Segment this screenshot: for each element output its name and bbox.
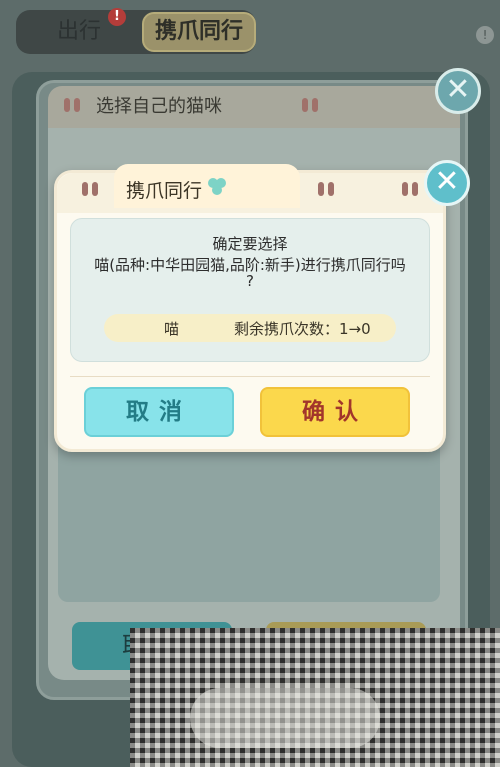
clip-icon <box>82 182 88 196</box>
cancel-button[interactable]: 取消 <box>84 387 234 437</box>
divider <box>70 376 430 377</box>
clip-icon <box>74 98 80 112</box>
cat-select-title: 选择自己的猫咪 <box>96 96 222 117</box>
clip-icon <box>64 98 70 112</box>
dialog-close-icon[interactable]: ✕ <box>424 160 470 206</box>
clip-icon <box>302 98 308 112</box>
message-line-3: ? <box>246 272 254 290</box>
info-icon[interactable]: ! <box>476 26 494 44</box>
confirm-button[interactable]: 确认 <box>260 387 410 437</box>
clip-icon <box>412 182 418 196</box>
dialog-title: 携爪同行 <box>126 180 203 202</box>
clip-icon <box>92 182 98 196</box>
tab-outing-label: 出行 <box>56 19 101 44</box>
notification-badge: ! <box>108 8 126 26</box>
clover-icon <box>208 178 226 195</box>
tab-carry-together[interactable]: 携爪同行 <box>142 12 256 52</box>
clip-icon <box>328 182 334 196</box>
remaining-count: 剩余携爪次数：1→0 <box>234 320 371 338</box>
clip-icon <box>402 182 408 196</box>
cat-name: 喵 <box>164 320 180 338</box>
clip-icon <box>318 182 324 196</box>
clip-icon <box>312 98 318 112</box>
message-line-1: 确定要选择 <box>212 235 288 253</box>
noise-overlay <box>130 628 500 767</box>
close-icon[interactable]: ✕ <box>435 68 481 114</box>
